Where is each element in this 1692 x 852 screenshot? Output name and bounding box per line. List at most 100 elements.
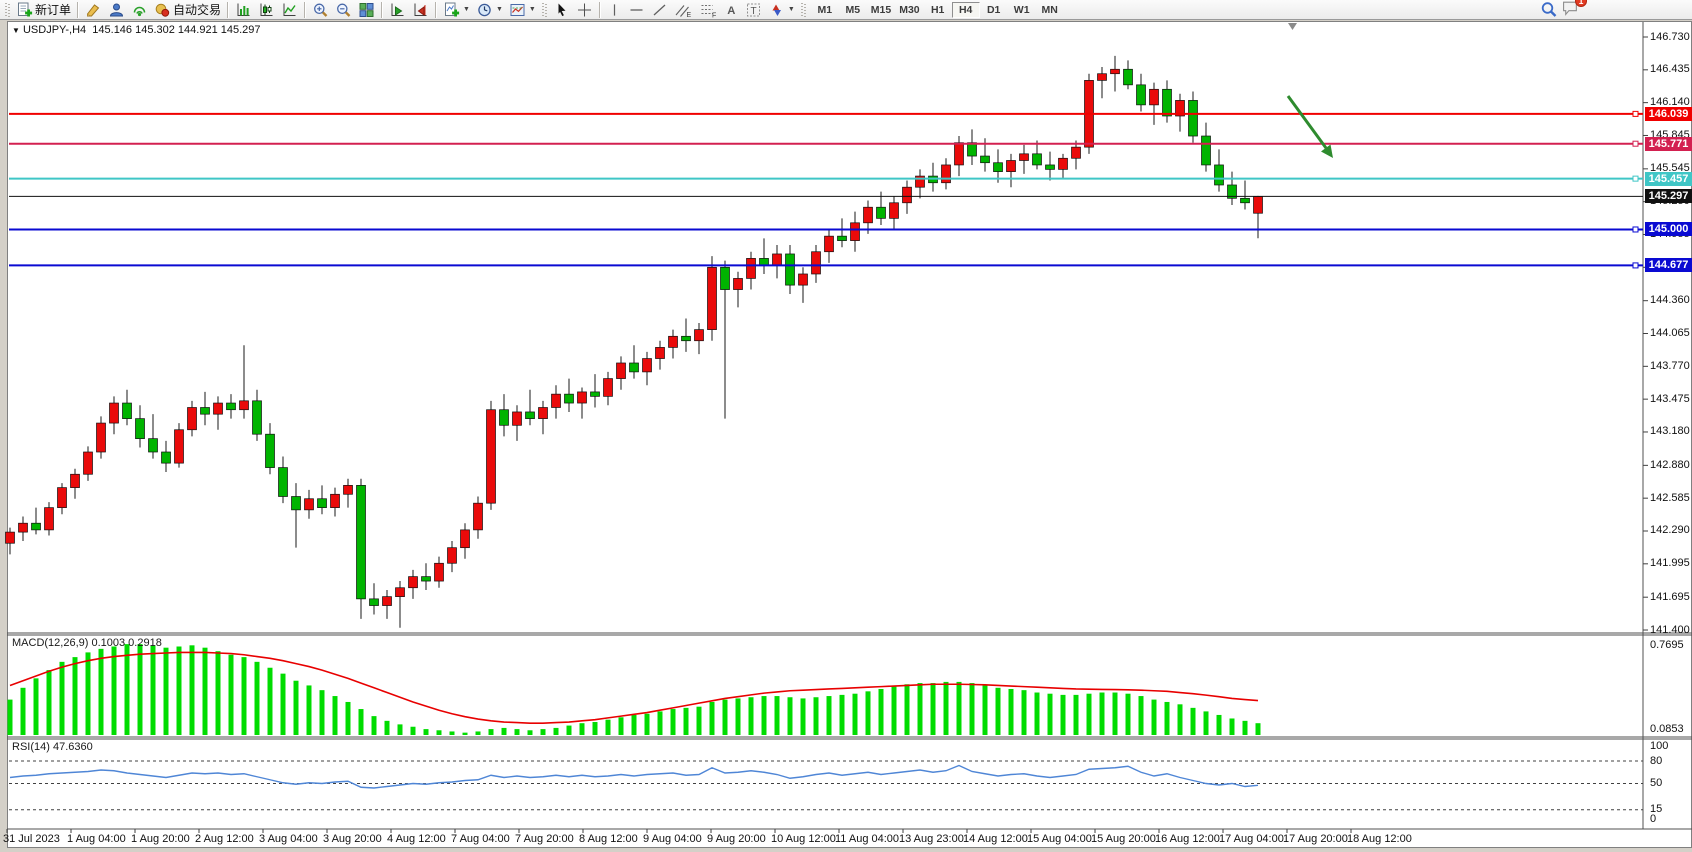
price-tick-label: 141.400: [1650, 624, 1690, 636]
svg-text:F: F: [712, 12, 716, 18]
price-tick-label: 142.290: [1650, 524, 1690, 536]
crayon-button[interactable]: [82, 1, 105, 19]
vertical-line-button[interactable]: [604, 1, 625, 19]
cursor-icon: [553, 2, 570, 18]
dropdown-caret: ▼: [529, 6, 536, 13]
price-tick-label: 141.995: [1650, 557, 1690, 569]
ohlc-values: 145.146 145.302 144.921 145.297: [92, 24, 260, 36]
channel-icon: E: [674, 2, 693, 18]
search-icon: [1540, 1, 1558, 18]
time-tick-label: 17 Aug 20:00: [1283, 833, 1348, 845]
chart-title[interactable]: ▼ USDJPY-,H4 145.146 145.302 144.921 145…: [12, 24, 261, 36]
dropdown-caret: ▼: [463, 6, 470, 13]
hline-price-badge: 144.677: [1645, 258, 1692, 272]
toolbar-separator: [304, 2, 306, 18]
time-tick-label: 17 Aug 04:00: [1219, 833, 1284, 845]
timeframe-m30[interactable]: M30: [895, 2, 923, 18]
chart-shift-button[interactable]: [409, 1, 432, 19]
toolbar-grip[interactable]: [801, 3, 806, 17]
price-tick-label: 143.770: [1650, 360, 1690, 372]
rsi-axis-label: 100: [1650, 740, 1668, 752]
timeframe-mn[interactable]: MN: [1036, 2, 1064, 18]
text-icon: A: [724, 2, 739, 18]
signals-icon: [131, 2, 148, 18]
macd-axis-min: 0.0853: [1650, 723, 1684, 735]
crosshair-icon: [576, 2, 593, 18]
hline-price-badge: 145.771: [1645, 137, 1692, 151]
auto-scroll-icon: [389, 2, 406, 18]
text-button[interactable]: A: [721, 1, 742, 19]
timeframe-h4[interactable]: H4: [952, 2, 980, 18]
crosshair-button[interactable]: [573, 1, 596, 19]
text-label-button[interactable]: T: [742, 1, 765, 19]
rsi-label: RSI(14) 47.6360: [12, 741, 93, 753]
dropdown-caret: ▼: [496, 6, 503, 13]
auto-trading-icon: [154, 2, 171, 18]
toolbar: 新订单 自动交易: [0, 0, 1692, 20]
chart-window[interactable]: [7, 21, 1692, 848]
time-tick-label: 3 Aug 04:00: [259, 833, 318, 845]
price-tick-label: 146.730: [1650, 31, 1690, 43]
search-button[interactable]: [1537, 1, 1561, 19]
candlestick-button[interactable]: [255, 1, 278, 19]
price-tick-label: 144.360: [1650, 294, 1690, 306]
price-tick-label: 143.475: [1650, 393, 1690, 405]
time-tick-label: 18 Aug 12:00: [1347, 833, 1412, 845]
templates-icon: [509, 2, 526, 18]
fibonacci-icon: F: [699, 2, 718, 18]
collapse-triangle-icon[interactable]: ▼: [12, 26, 20, 35]
toolbar-separator: [381, 2, 383, 18]
crayon-icon: [85, 2, 102, 18]
rsi-axis-label: 50: [1650, 777, 1662, 789]
zoom-in-icon: [312, 2, 329, 18]
cursor-button[interactable]: [550, 1, 573, 19]
zoom-in-button[interactable]: [309, 1, 332, 19]
timeframe-w1[interactable]: W1: [1008, 2, 1036, 18]
channel-button[interactable]: E: [671, 1, 696, 19]
toolbar-grip[interactable]: [542, 3, 547, 17]
periods-button[interactable]: ▼: [473, 1, 506, 19]
arrows-icon: [768, 2, 785, 18]
horizontal-line-button[interactable]: [625, 1, 648, 19]
arrows-button[interactable]: ▼: [765, 1, 798, 19]
timeframe-m15[interactable]: M15: [867, 2, 895, 18]
timeframe-m5[interactable]: M5: [839, 2, 867, 18]
auto-scroll-button[interactable]: [386, 1, 409, 19]
rsi-axis-label: 80: [1650, 755, 1662, 767]
auto-trading-button[interactable]: 自动交易: [151, 1, 224, 19]
time-tick-label: 10 Aug 12:00: [771, 833, 836, 845]
chat-button[interactable]: 1: [1561, 0, 1580, 21]
text-label-icon: T: [745, 2, 762, 18]
fibonacci-button[interactable]: F: [696, 1, 721, 19]
zoom-out-icon: [335, 2, 352, 18]
toolbar-separator: [435, 2, 437, 18]
zoom-out-button[interactable]: [332, 1, 355, 19]
macd-label: MACD(12,26,9) 0.1003 0.2918: [12, 637, 162, 649]
macd-axis-max: 0.7695: [1650, 639, 1684, 651]
hline-price-badge: 145.457: [1645, 172, 1692, 186]
price-tick-label: 142.880: [1650, 459, 1690, 471]
time-tick-label: 7 Aug 04:00: [451, 833, 510, 845]
toolbar-grip[interactable]: [5, 3, 10, 17]
horizontal-line-icon: [628, 2, 645, 18]
price-tick-label: 144.065: [1650, 327, 1690, 339]
templates-button[interactable]: ▼: [506, 1, 539, 19]
timeframe-d1[interactable]: D1: [980, 2, 1008, 18]
timeframe-m1[interactable]: M1: [811, 2, 839, 18]
new-order-button[interactable]: 新订单: [13, 1, 74, 19]
signals-button[interactable]: [128, 1, 151, 19]
bar-chart-button[interactable]: [232, 1, 255, 19]
trendline-button[interactable]: [648, 1, 671, 19]
notification-badge: 1: [1575, 0, 1587, 7]
time-tick-label: 4 Aug 12:00: [387, 833, 446, 845]
timeframe-toolbar: M1M5M15M30H1H4D1W1MN: [811, 2, 1064, 18]
indicators-button[interactable]: ▼: [440, 1, 473, 19]
line-chart-button[interactable]: [278, 1, 301, 19]
rsi-axis-label: 0: [1650, 813, 1656, 825]
new-order-label: 新订单: [35, 1, 71, 18]
hline-price-badge: 145.000: [1645, 222, 1692, 236]
timeframe-h1[interactable]: H1: [924, 2, 952, 18]
chart-shift-icon: [412, 2, 429, 18]
tile-windows-button[interactable]: [355, 1, 378, 19]
community-button[interactable]: [105, 1, 128, 19]
